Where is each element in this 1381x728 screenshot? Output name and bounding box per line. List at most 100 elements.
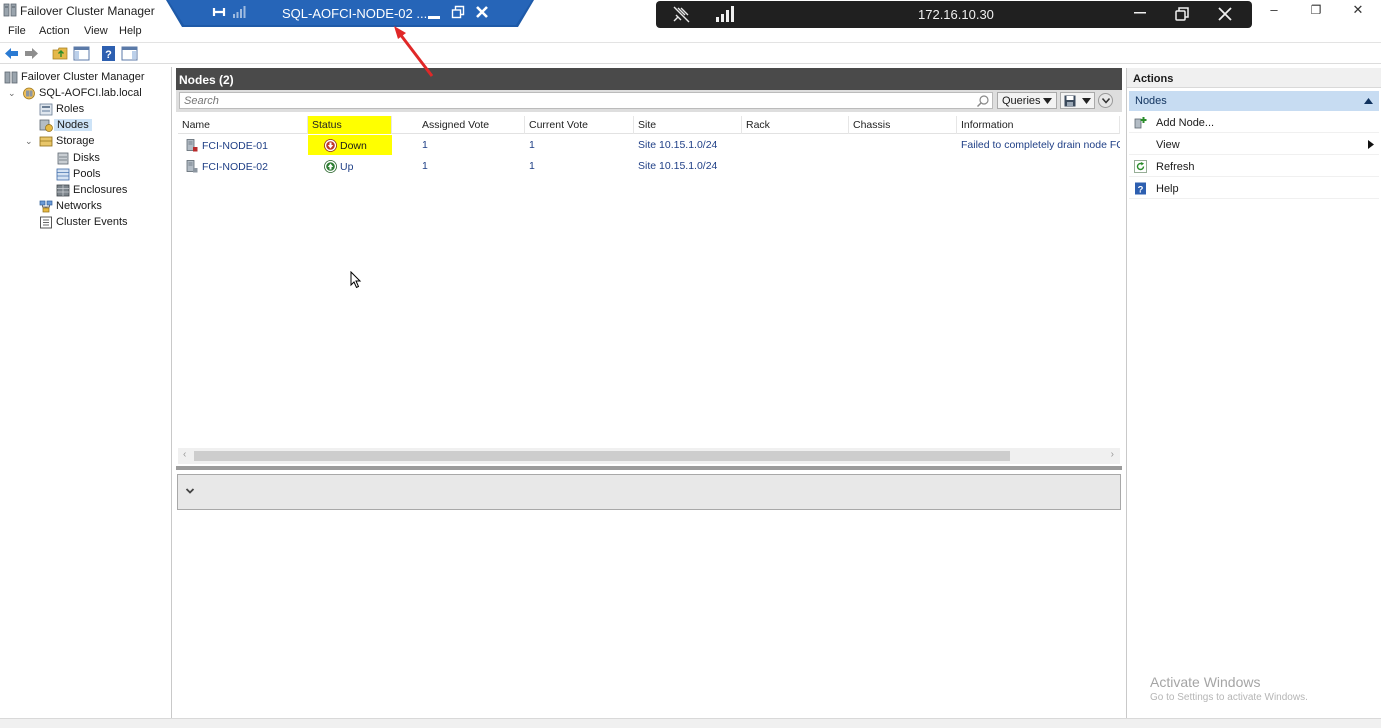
table-row[interactable]: FCI-NODE-02 Up 1 1 Site 10.15.1.0/24: [178, 156, 1120, 176]
dropdown-arrow-icon: [1043, 98, 1052, 104]
dropdown-arrow-icon: [1082, 98, 1091, 104]
search-icon[interactable]: [976, 94, 990, 108]
action-refresh[interactable]: Refresh: [1129, 157, 1379, 177]
column-header-status[interactable]: Status: [308, 116, 392, 134]
annotation-arrow-icon: [394, 26, 434, 77]
column-header-current-vote[interactable]: Current Vote: [525, 116, 634, 134]
scrollbar-thumb[interactable]: [194, 451, 1010, 461]
cell-name: FCI-NODE-02: [182, 156, 308, 176]
cluster-events-icon: [40, 216, 52, 229]
svg-text:?: ?: [105, 49, 112, 61]
column-header-rack[interactable]: Rack: [742, 116, 849, 134]
cell-site: Site 10.15.1.0/24: [638, 139, 718, 151]
actions-title: Actions: [1127, 68, 1381, 88]
menu-help[interactable]: Help: [119, 25, 142, 37]
actions-group-nodes[interactable]: Nodes: [1129, 91, 1379, 111]
cell-name: FCI-NODE-01: [182, 135, 308, 155]
connection-restore-icon[interactable]: [1175, 7, 1189, 21]
status-text: Down: [340, 140, 367, 152]
tree-label: SQL-AOFCI.lab.local: [39, 87, 142, 99]
cluster-manager-icon: [4, 71, 18, 84]
server-node-icon: [186, 160, 198, 173]
tree-label: Pools: [73, 168, 101, 180]
tree-label: Cluster Events: [56, 216, 128, 228]
refresh-icon: [1134, 160, 1147, 173]
add-node-icon: [1134, 117, 1147, 129]
status-bar: [0, 718, 1381, 728]
action-label: Help: [1156, 183, 1179, 195]
status-up-icon: [324, 160, 337, 173]
cell-rack: [742, 135, 849, 155]
collapse-chevron-icon[interactable]: ⌄: [25, 136, 33, 147]
queries-label: Queries: [1002, 95, 1041, 107]
close-button[interactable]: ✕: [1338, 2, 1378, 20]
grid-header: Name Status Assigned Vote Current Vote S…: [178, 116, 1120, 134]
column-header-site[interactable]: Site: [634, 116, 742, 134]
cell-chassis: [849, 156, 957, 176]
minimize-button[interactable]: –: [1254, 2, 1294, 20]
collapse-chevron-icon[interactable]: ⌄: [8, 88, 16, 99]
activate-windows-hint: Go to Settings to activate Windows.: [1150, 692, 1308, 703]
cell-status: Up: [308, 156, 392, 176]
horizontal-scrollbar[interactable]: ‹ ›: [178, 448, 1120, 464]
cell-assigned-vote: 1: [422, 160, 428, 172]
chevron-down-icon: [1102, 98, 1110, 104]
connection-close-icon[interactable]: [1218, 7, 1232, 21]
column-header-chassis[interactable]: Chassis: [849, 116, 957, 134]
cell-current-vote: 1: [529, 139, 535, 151]
collapse-up-arrow-icon: [1364, 98, 1373, 104]
queries-button[interactable]: Queries: [997, 92, 1057, 109]
search-input[interactable]: [179, 92, 993, 109]
action-view[interactable]: View: [1129, 135, 1379, 155]
forward-arrow-icon[interactable]: [23, 45, 40, 62]
details-panel: [177, 474, 1121, 510]
column-header-information[interactable]: Information: [957, 116, 1120, 134]
failover-cluster-manager-window: Failover Cluster Manager – ❐ ✕ File Acti…: [0, 0, 1381, 728]
nodes-icon: [39, 119, 53, 132]
connection-quality-icon: [716, 6, 734, 22]
pin-icon[interactable]: [212, 5, 226, 19]
rdp-minimize-icon[interactable]: [427, 8, 441, 20]
tree-label: Enclosures: [73, 184, 128, 196]
scroll-left-icon[interactable]: ‹: [183, 449, 186, 460]
maximize-button[interactable]: ❐: [1296, 2, 1336, 20]
menu-action[interactable]: Action: [39, 25, 70, 37]
collapse-search-button[interactable]: [1098, 93, 1113, 108]
back-arrow-icon[interactable]: [3, 45, 20, 62]
host-ip-address: 172.16.10.30: [918, 7, 994, 22]
pane-title: Nodes (2): [176, 68, 1122, 90]
action-help[interactable]: ? Help: [1129, 179, 1379, 199]
scroll-right-icon[interactable]: ›: [1111, 449, 1114, 460]
rdp-close-icon[interactable]: [475, 5, 489, 19]
table-row[interactable]: FCI-NODE-01 Down 1 1 Site 10.15.1.0/24 F…: [178, 135, 1120, 155]
show-hide-action-pane-icon[interactable]: [121, 45, 138, 62]
nodes-pane: Nodes (2) Queries: [176, 68, 1122, 718]
action-add-node[interactable]: Add Node...: [1129, 113, 1379, 133]
show-hide-console-tree-icon[interactable]: [73, 45, 90, 62]
node-name: FCI-NODE-01: [202, 140, 268, 152]
save-query-button[interactable]: [1060, 92, 1095, 109]
cell-assigned-vote: 1: [422, 139, 428, 151]
unpin-icon[interactable]: [673, 6, 690, 23]
up-folder-icon[interactable]: [52, 45, 69, 62]
cell-rack: [742, 156, 849, 176]
column-header-assigned-vote[interactable]: Assigned Vote: [418, 116, 525, 134]
cell-site: Site 10.15.1.0/24: [638, 160, 718, 172]
rdp-restore-icon[interactable]: [451, 5, 465, 19]
server-node-icon: [186, 139, 198, 152]
search-bar: Queries: [176, 90, 1122, 112]
tree-label: Disks: [73, 152, 100, 164]
cell-chassis: [849, 135, 957, 155]
column-header-name[interactable]: Name: [178, 116, 308, 134]
menu-view[interactable]: View: [84, 25, 108, 37]
chevron-down-icon[interactable]: [185, 486, 195, 496]
action-label: Refresh: [1156, 161, 1195, 173]
actions-pane: Actions Nodes Add Node... View Refresh ?…: [1126, 68, 1381, 718]
connection-minimize-icon[interactable]: [1134, 11, 1146, 15]
enclosures-icon: [56, 184, 70, 197]
activate-windows-watermark: Activate Windows: [1150, 674, 1261, 690]
help-icon[interactable]: ?: [100, 45, 117, 62]
menu-file[interactable]: File: [8, 25, 26, 37]
pane-splitter[interactable]: [176, 466, 1122, 470]
help-icon: ?: [1135, 182, 1146, 195]
